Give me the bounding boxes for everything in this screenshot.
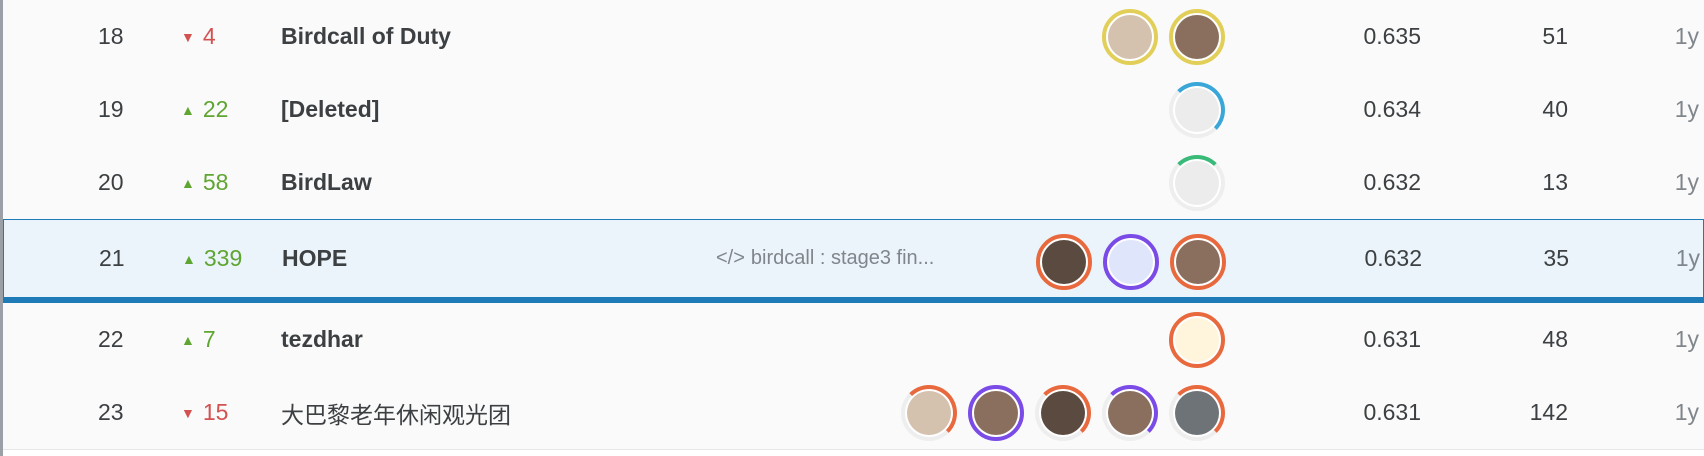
goose-icon	[1175, 88, 1219, 132]
team-name[interactable]: BirdLaw	[281, 146, 372, 219]
entries-count: 51	[1542, 23, 1568, 49]
last-submission: 1y	[1674, 169, 1699, 195]
score-value: 0.635	[1363, 23, 1421, 49]
down-arrow-icon: ▼	[181, 28, 195, 45]
person-photo-icon	[1175, 15, 1219, 59]
rank-change: ▲ 58	[181, 146, 271, 219]
goose-icon	[1175, 161, 1219, 205]
rank-change: ▲ 7	[181, 303, 271, 376]
down-arrow-icon: ▼	[181, 404, 195, 421]
last-submission: 1y	[1675, 245, 1700, 271]
team-member-avatar[interactable]	[1169, 155, 1225, 211]
rank-change-value: 7	[202, 326, 216, 352]
leaderboard-row[interactable]: 20 ▲ 58 BirdLaw 0.632 13 1y	[3, 146, 1704, 220]
up-arrow-icon: ▲	[181, 331, 195, 348]
rank-change-value: 58	[202, 169, 229, 195]
team-member-avatar[interactable]	[1169, 9, 1225, 65]
leaderboard-row[interactable]: 18 ▼ 4 Birdcall of Duty 0.635 51 1y	[3, 0, 1704, 74]
team-name[interactable]: [Deleted]	[281, 73, 379, 146]
code-link[interactable]: </> birdcall : stage3 fin...	[716, 220, 934, 297]
team-member-avatar[interactable]	[1102, 9, 1158, 65]
team-name[interactable]: HOPE	[282, 220, 347, 297]
statue-icon	[1175, 391, 1219, 435]
last-submission: 1y	[1674, 399, 1699, 425]
person-photo-icon	[1108, 15, 1152, 59]
entries-count: 13	[1542, 169, 1568, 195]
team-member-avatar[interactable]	[968, 385, 1024, 441]
leaderboard-row[interactable]: 21 ▲ 339 HOPE </> birdcall : stage3 fin... 0.6…	[3, 219, 1704, 303]
rank-change-value: 339	[203, 245, 243, 271]
rank-change-value: 22	[202, 96, 229, 122]
person-photo-icon	[1042, 240, 1086, 284]
score-value: 0.632	[1363, 169, 1421, 195]
rank-number: 21	[99, 245, 125, 271]
team-member-avatar[interactable]	[1102, 385, 1158, 441]
code-icon: </>	[716, 247, 745, 269]
team-name[interactable]: Birdcall of Duty	[281, 0, 451, 73]
team-member-avatar[interactable]	[1169, 82, 1225, 138]
team-member-avatar[interactable]	[1036, 234, 1092, 290]
rank-number: 19	[98, 96, 124, 122]
rank-number: 22	[98, 326, 124, 352]
up-arrow-icon: ▲	[181, 101, 195, 118]
leaderboard-row[interactable]: 19 ▲ 22 [Deleted] 0.634 40 1y	[3, 73, 1704, 147]
team-name[interactable]: tezdhar	[281, 303, 363, 376]
rank-change: ▼ 15	[181, 376, 271, 449]
person-photo-icon	[974, 391, 1018, 435]
brain-chip-icon	[1109, 240, 1153, 284]
up-arrow-icon: ▲	[182, 250, 196, 267]
skull-hat-icon	[1175, 318, 1219, 362]
person-photo-icon	[1176, 240, 1220, 284]
entries-count: 35	[1543, 245, 1569, 271]
team-member-avatar[interactable]	[1103, 234, 1159, 290]
rank-change: ▼ 4	[181, 0, 271, 73]
rank-number: 18	[98, 23, 124, 49]
team-member-avatar[interactable]	[1035, 385, 1091, 441]
entries-count: 48	[1542, 326, 1568, 352]
rank-change: ▲ 339	[182, 220, 272, 297]
person-photo-icon	[907, 391, 951, 435]
leaderboard-row[interactable]: 23 ▼ 15 大巴黎老年休闲观光团 0.631 142 1y	[3, 376, 1704, 450]
up-arrow-icon: ▲	[181, 174, 195, 191]
leaderboard-row[interactable]: 22 ▲ 7 tezdhar 0.631 48 1y	[3, 303, 1704, 377]
code-link-label: birdcall : stage3 fin...	[750, 247, 935, 269]
rank-number: 23	[98, 399, 124, 425]
last-submission: 1y	[1674, 96, 1699, 122]
team-name[interactable]: 大巴黎老年休闲观光团	[281, 376, 511, 449]
team-member-avatar[interactable]	[901, 385, 957, 441]
entries-count: 40	[1542, 96, 1568, 122]
rank-number: 20	[98, 169, 124, 195]
rank-change: ▲ 22	[181, 73, 271, 146]
team-member-avatar[interactable]	[1169, 312, 1225, 368]
score-value: 0.631	[1363, 399, 1421, 425]
person-photo-icon	[1108, 391, 1152, 435]
rank-change-value: 4	[202, 23, 216, 49]
score-value: 0.634	[1363, 96, 1421, 122]
team-member-avatar[interactable]	[1170, 234, 1226, 290]
team-member-avatar[interactable]	[1169, 385, 1225, 441]
score-value: 0.632	[1364, 245, 1422, 271]
last-submission: 1y	[1674, 326, 1699, 352]
person-photo-icon	[1041, 391, 1085, 435]
score-value: 0.631	[1363, 326, 1421, 352]
last-submission: 1y	[1674, 23, 1699, 49]
entries-count: 142	[1529, 399, 1568, 425]
rank-change-value: 15	[202, 399, 229, 425]
